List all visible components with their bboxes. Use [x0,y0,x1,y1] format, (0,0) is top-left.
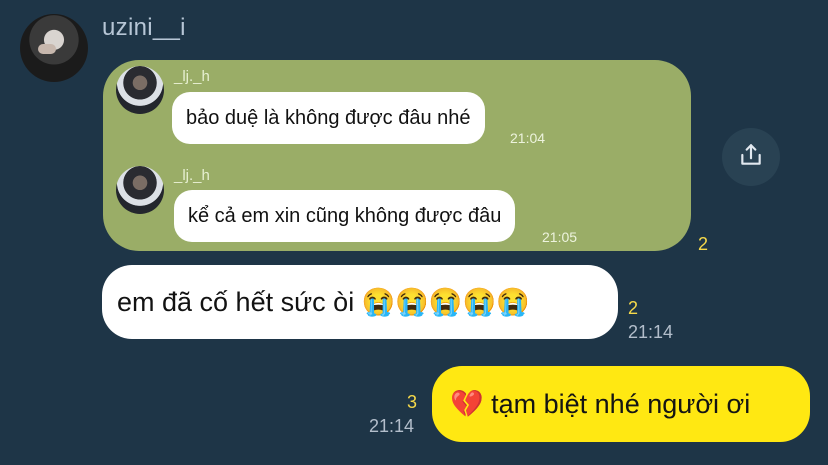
forwarded-sender-2: _lj._h [174,167,210,184]
profile-avatar[interactable] [20,14,88,82]
share-icon[interactable] [738,142,764,168]
forwarded-avatar-2 [116,166,164,214]
forwarded-message-time-1: 21:04 [510,130,546,146]
forwarded-message-bubble-2[interactable]: kể cả em xin cũng không được đâu [174,190,516,242]
outgoing-message-time: 21:14 [369,416,415,436]
outgoing-message-bubble[interactable]: 💔 tạm biệt nhé người ơi [432,366,810,442]
forwarded-avatar-1 [116,66,164,114]
sender-username[interactable]: uzini__i [102,14,186,42]
outgoing-read-count: 3 [407,392,418,412]
incoming-message-time: 21:14 [628,322,674,342]
incoming-read-count: 2 [628,298,639,318]
incoming-message-bubble[interactable]: em đã cố hết sức òi 😭😭😭😭😭 [102,265,618,339]
forwarded-message-time-2: 21:05 [542,229,578,245]
forwarded-message-bubble-1[interactable]: bảo duệ là không được đâu nhé [172,92,485,144]
forwarded-read-count: 2 [698,234,709,254]
forwarded-sender-1: _lj._h [174,68,210,85]
